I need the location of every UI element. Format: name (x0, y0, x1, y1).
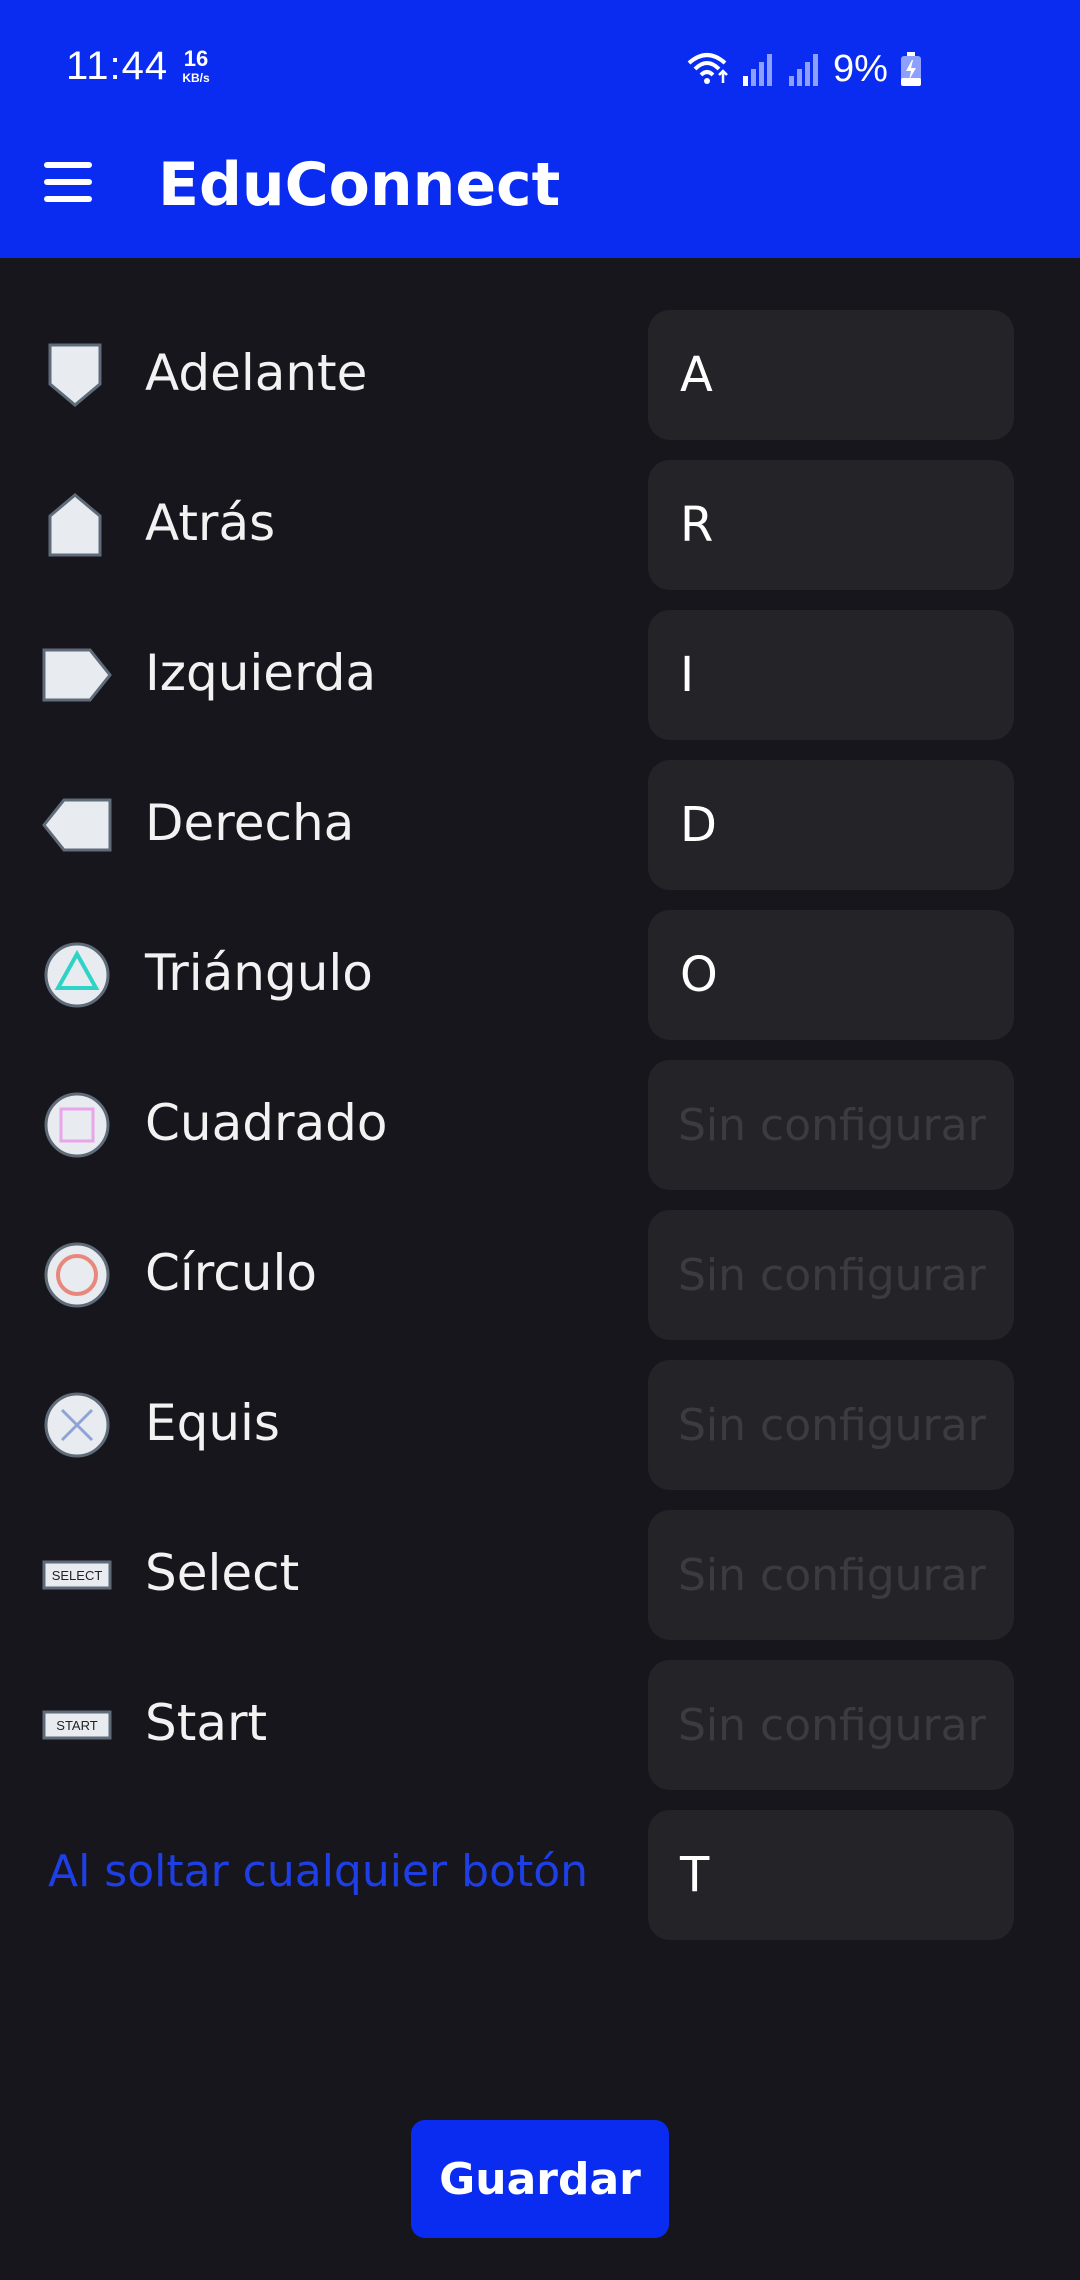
mapping-label: Atrás (145, 494, 276, 552)
arrow-down-icon (48, 493, 102, 557)
app-bar: 11:44 16 KB/s 9% EduConnect (0, 0, 1080, 258)
svg-text:START: START (56, 1718, 97, 1733)
cross-button-icon (44, 1392, 110, 1458)
mapping-key-field[interactable]: Sin configurar (648, 1210, 1014, 1340)
mapping-row-atras: Atrás R (0, 460, 1080, 590)
mapping-key-field[interactable]: Sin configurar (648, 1360, 1014, 1490)
select-button-icon: SELECT (42, 1560, 112, 1590)
mapping-row-derecha: Derecha D (0, 760, 1080, 890)
menu-icon[interactable] (40, 160, 96, 204)
status-icons: 9% (685, 44, 922, 94)
circle-button-icon (44, 1242, 110, 1308)
release-label: Al soltar cualquier botón (48, 1846, 589, 1897)
square-button-icon (44, 1092, 110, 1158)
battery-percent: 9% (833, 47, 888, 90)
mapping-label: Cuadrado (145, 1094, 388, 1152)
mapping-key-field[interactable]: Sin configurar (648, 1060, 1014, 1190)
network-speed-value: 16 (183, 46, 209, 71)
arrow-right-icon (42, 798, 112, 852)
battery-charging-icon (900, 52, 921, 86)
release-row: Al soltar cualquier botón T (0, 1810, 1080, 1940)
mapping-key-field[interactable]: O (648, 910, 1014, 1040)
mapping-key-field[interactable]: Sin configurar (648, 1510, 1014, 1640)
save-button[interactable]: Guardar (411, 2120, 669, 2238)
arrow-left-icon (42, 648, 112, 702)
network-speed: 16 KB/s (176, 46, 216, 85)
svg-text:SELECT: SELECT (52, 1568, 103, 1583)
mapping-key-field[interactable]: A (648, 310, 1014, 440)
signal-icon (743, 54, 772, 86)
start-button-icon: START (42, 1710, 112, 1740)
mapping-row-adelante: Adelante A (0, 310, 1080, 440)
signal-icon-2 (789, 54, 818, 86)
mapping-key-field[interactable]: D (648, 760, 1014, 890)
status-time: 11:44 (66, 44, 169, 88)
mapping-row-izquierda: Izquierda I (0, 610, 1080, 740)
mapping-label: Start (145, 1694, 268, 1752)
network-speed-unit: KB/s (182, 71, 210, 85)
triangle-button-icon (44, 942, 110, 1008)
arrow-up-icon (48, 343, 102, 407)
wifi-icon (687, 53, 728, 84)
app-title: EduConnect (158, 150, 561, 220)
mapping-key-field[interactable]: I (648, 610, 1014, 740)
mapping-label: Derecha (145, 794, 355, 852)
mapping-key-field[interactable]: R (648, 460, 1014, 590)
mapping-key-field[interactable]: Sin configurar (648, 1660, 1014, 1790)
mapping-row-select: SELECT Select Sin configurar (0, 1510, 1080, 1640)
mapping-row-triangulo: Triángulo O (0, 910, 1080, 1040)
mapping-label: Triángulo (145, 944, 373, 1002)
mapping-label: Círculo (145, 1244, 317, 1302)
release-key-field[interactable]: T (648, 1810, 1014, 1940)
mapping-row-equis: Equis Sin configurar (0, 1360, 1080, 1490)
mapping-label: Select (145, 1544, 300, 1602)
mapping-row-circulo: Círculo Sin configurar (0, 1210, 1080, 1340)
mapping-label: Adelante (145, 344, 368, 402)
mapping-row-cuadrado: Cuadrado Sin configurar (0, 1060, 1080, 1190)
mapping-row-start: START Start Sin configurar (0, 1660, 1080, 1790)
mapping-label: Equis (145, 1394, 280, 1452)
mapping-label: Izquierda (145, 644, 377, 702)
